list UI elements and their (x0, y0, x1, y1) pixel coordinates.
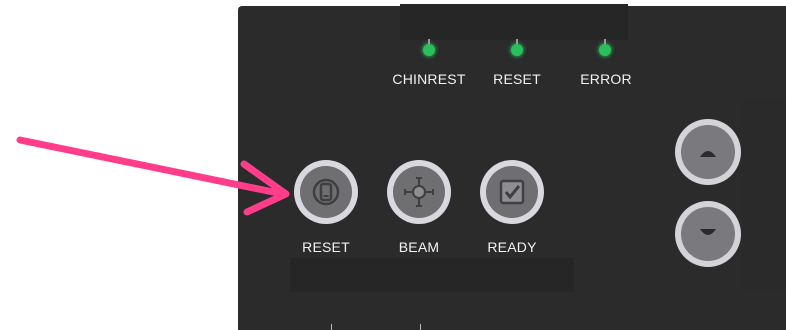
panel-shade (400, 4, 628, 40)
tick-mark (420, 324, 421, 330)
up-button-face (681, 125, 735, 179)
ready-button-face (486, 166, 538, 218)
ready-button[interactable] (480, 160, 544, 224)
reset-icon (312, 178, 340, 206)
beam-button-face (393, 166, 445, 218)
reset-button-label: RESET (302, 239, 350, 255)
reset-button-face (300, 166, 352, 218)
panel-shade (290, 258, 574, 292)
reset-led (511, 39, 523, 56)
chinrest-label: CHINREST (392, 71, 466, 87)
down-button[interactable] (675, 201, 741, 267)
error-led (599, 39, 611, 56)
beam-icon (404, 177, 434, 207)
beam-button[interactable] (387, 160, 451, 224)
reset-indicator-label: RESET (493, 71, 541, 87)
up-button[interactable] (675, 119, 741, 185)
down-button-face (681, 207, 735, 261)
chevron-up-icon (700, 151, 716, 157)
checkbox-icon (499, 179, 525, 205)
chinrest-led (423, 39, 435, 56)
ready-button-label: READY (487, 239, 537, 255)
chevron-down-icon (700, 229, 716, 235)
beam-button-label: BEAM (398, 239, 440, 255)
tick-mark (331, 324, 332, 330)
reset-button[interactable] (294, 160, 358, 224)
error-label: ERROR (580, 71, 632, 87)
panel-shade (742, 100, 786, 290)
annotation-arrow-icon (16, 136, 290, 216)
